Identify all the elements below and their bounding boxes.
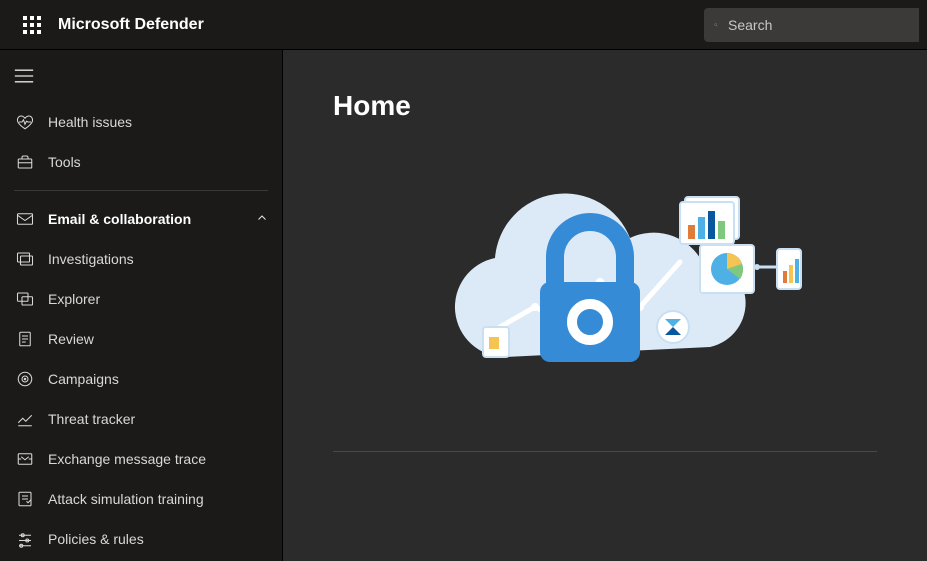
document-icon [14,328,36,350]
divider [14,190,268,191]
sidebar-item-health-issues[interactable]: Health issues [0,102,282,142]
hamburger-icon [14,68,34,84]
training-icon [14,488,36,510]
sliders-icon [14,528,36,550]
sidebar-item-label: Investigations [48,251,134,267]
exchange-icon [14,448,36,470]
sidebar-toggle[interactable] [0,56,282,96]
sidebar-item-investigations[interactable]: Investigations [0,239,282,279]
search-icon [714,17,718,33]
sidebar-item-exchange-trace[interactable]: Exchange message trace [0,439,282,479]
cloud-lock-illustration-icon [405,167,805,407]
sidebar-section-label: Email & collaboration [48,211,191,227]
explorer-icon [14,288,36,310]
sidebar-item-label: Tools [48,154,81,170]
sidebar-item-label: Explorer [48,291,100,307]
sidebar-item-label: Attack simulation training [48,491,204,507]
waffle-icon [23,16,41,34]
sidebar-item-label: Exchange message trace [48,451,206,467]
sidebar-item-attack-sim[interactable]: Attack simulation training [0,479,282,519]
hero-illustration [333,152,877,452]
search-input[interactable] [728,17,909,33]
sidebar-item-label: Threat tracker [48,411,135,427]
sidebar-item-label: Health issues [48,114,132,130]
chevron-up-icon [256,211,268,227]
target-icon [14,368,36,390]
investigations-icon [14,248,36,270]
sidebar-item-label: Review [48,331,94,347]
mail-icon [14,208,36,230]
sidebar-item-label: Policies & rules [48,531,144,547]
sidebar-item-label: Campaigns [48,371,119,387]
main-content: Home [283,50,927,561]
sidebar-item-tools[interactable]: Tools [0,142,282,182]
app-launcher-button[interactable] [8,1,56,49]
heart-icon [14,111,36,133]
chart-line-icon [14,408,36,430]
sidebar-section-email-collab[interactable]: Email & collaboration [0,199,282,239]
page-title: Home [333,90,877,122]
header-bar: Microsoft Defender [0,0,927,50]
sidebar-item-campaigns[interactable]: Campaigns [0,359,282,399]
sidebar-item-explorer[interactable]: Explorer [0,279,282,319]
search-box[interactable] [704,8,919,42]
toolbox-icon [14,151,36,173]
sidebar-item-policies-rules[interactable]: Policies & rules [0,519,282,559]
sidebar-item-review[interactable]: Review [0,319,282,359]
sidebar-item-threat-tracker[interactable]: Threat tracker [0,399,282,439]
sidebar: Health issues Tools Email & collaboratio… [0,50,283,561]
app-title: Microsoft Defender [58,16,204,34]
